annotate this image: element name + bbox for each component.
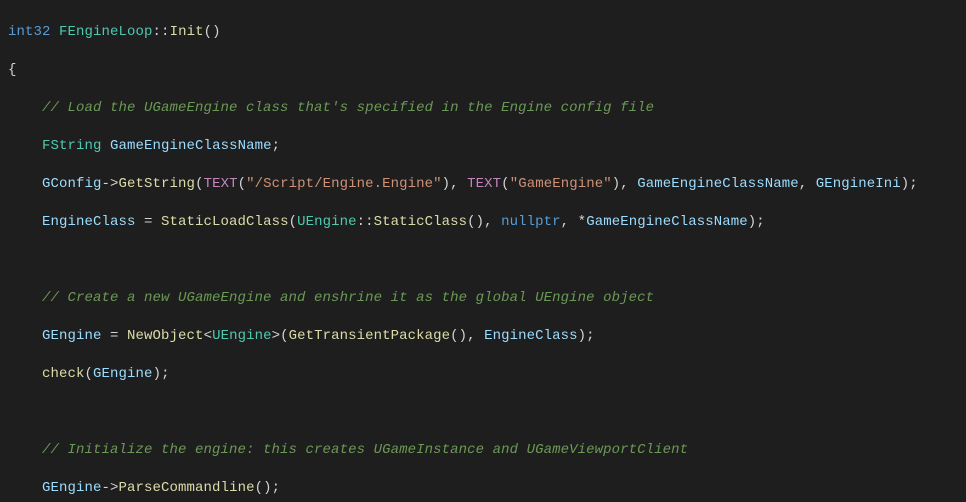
code-line: GConfig->GetString(TEXT("/Script/Engine.… xyxy=(8,175,958,194)
code-line: // Create a new UGameEngine and enshrine… xyxy=(8,289,958,308)
code-editor[interactable]: int32 FEngineLoop::Init() { // Load the … xyxy=(0,0,966,502)
code-line: // Initialize the engine: this creates U… xyxy=(8,441,958,460)
string-literal: "/Script/Engine.Engine" xyxy=(246,176,442,192)
code-line: FString GameEngineClassName; xyxy=(8,137,958,156)
code-line: // Load the UGameEngine class that's spe… xyxy=(8,99,958,118)
blank-line xyxy=(8,403,958,422)
code-line: int32 FEngineLoop::Init() xyxy=(8,23,958,42)
code-line: { xyxy=(8,61,958,80)
code-line: GEngine->ParseCommandline(); xyxy=(8,479,958,498)
blank-line xyxy=(8,251,958,270)
function-name: Init xyxy=(170,24,204,40)
code-line: GEngine = NewObject<UEngine>(GetTransien… xyxy=(8,327,958,346)
code-line: check(GEngine); xyxy=(8,365,958,384)
code-line: EngineClass = StaticLoadClass(UEngine::S… xyxy=(8,213,958,232)
comment: // Load the UGameEngine class that's spe… xyxy=(42,100,654,116)
comment: // Create a new UGameEngine and enshrine… xyxy=(42,290,654,306)
string-literal: "GameEngine" xyxy=(510,176,612,192)
comment: // Initialize the engine: this creates U… xyxy=(42,442,688,458)
keyword: int32 xyxy=(8,24,51,40)
type-name: FEngineLoop xyxy=(59,24,153,40)
